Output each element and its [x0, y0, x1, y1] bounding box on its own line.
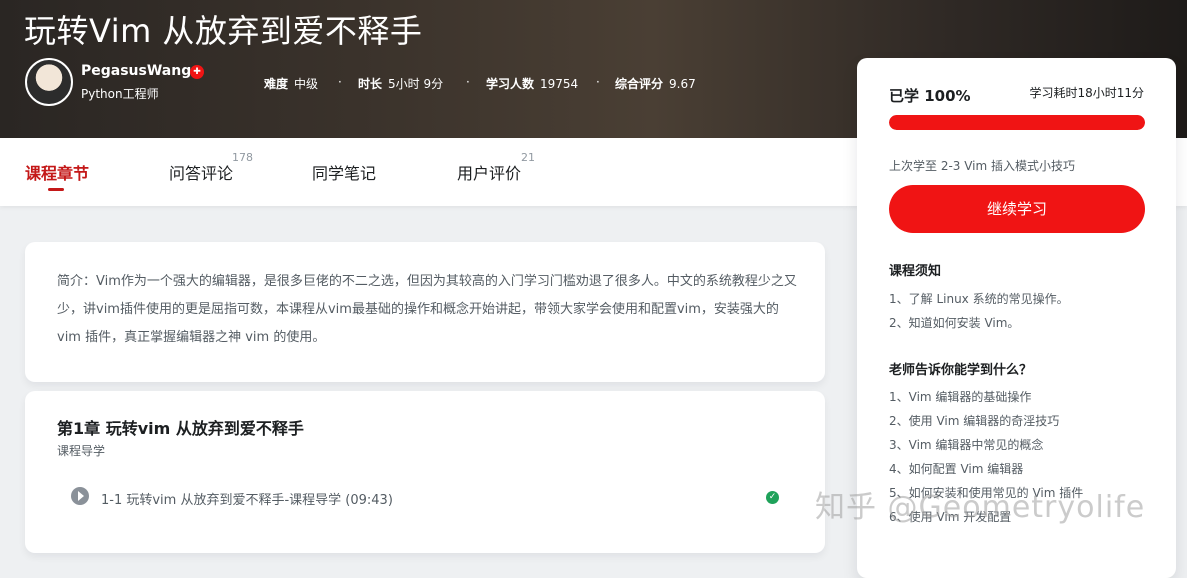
lesson-link[interactable]: 1-1 玩转vim 从放弃到爱不释手-课程导学 (09:43) — [101, 489, 393, 508]
notice-heading: 课程须知 — [889, 264, 942, 279]
continue-learning-button[interactable]: 继续学习 — [889, 185, 1145, 233]
teacher-name[interactable]: PegasusWang — [81, 63, 191, 79]
notice-item: 1、了解 Linux 系统的常见操作。 — [889, 292, 1069, 306]
learn-heading: 老师告诉你能学到什么？ — [889, 363, 1033, 378]
meta-learners: 学习人数 19754 — [486, 77, 579, 91]
last-learned[interactable]: 上次学至 2-3 Vim 插入模式小技巧 — [889, 157, 1075, 174]
meta-rating: 综合评分 9.67 — [615, 77, 696, 91]
course-intro-card: 简介：Vim作为一个强大的编辑器，是很多巨佬的不二之选，但因为其较高的入门学习门… — [25, 242, 825, 382]
reviews-count-badge: 21 — [521, 151, 535, 164]
meta-separator: · — [596, 75, 600, 89]
progress-bar-fill — [889, 115, 1145, 130]
teacher-badge-icon: ✚ — [190, 65, 204, 79]
tab-chapters[interactable]: 课程章节 — [25, 160, 89, 184]
active-tab-indicator — [48, 188, 64, 191]
chapter-title: 第1章 玩转vim 从放弃到爱不释手 — [57, 419, 304, 438]
meta-difficulty: 难度 中级 — [264, 77, 319, 91]
course-intro: 简介：Vim作为一个强大的编辑器，是很多巨佬的不二之选，但因为其较高的入门学习门… — [57, 274, 797, 345]
tab-qa[interactable]: 问答评论 — [169, 160, 233, 184]
chapter-card: 第1章 玩转vim 从放弃到爱不释手 课程导学 1-1 玩转vim 从放弃到爱不… — [25, 391, 825, 553]
qa-count-badge: 178 — [232, 151, 253, 164]
notice-item: 2、知道如何安装 Vim。 — [889, 316, 1020, 330]
course-title: 玩转Vim 从放弃到爱不释手 — [24, 12, 423, 50]
time-spent: 学习耗时18小时11分 — [1029, 86, 1144, 100]
learn-item: 2、使用 Vim 编辑器的奇淫技巧 — [889, 414, 1060, 428]
meta-separator: · — [338, 75, 342, 89]
chapter-subtitle: 课程导学 — [57, 444, 106, 458]
meta-separator: · — [466, 75, 470, 89]
play-icon[interactable] — [71, 487, 89, 505]
tab-notes[interactable]: 同学笔记 — [312, 160, 376, 184]
teacher-avatar[interactable] — [25, 58, 73, 106]
completed-check-icon: ✓ — [766, 491, 779, 504]
learn-item: 4、如何配置 Vim 编辑器 — [889, 462, 1024, 476]
meta-duration: 时长 5小时 9分 — [358, 77, 444, 91]
progress-label: 已学 100% — [889, 87, 971, 105]
teacher-role: Python工程师 — [81, 87, 159, 101]
learn-item: 3、Vim 编辑器中常见的概念 — [889, 438, 1044, 452]
learn-item: 1、Vim 编辑器的基础操作 — [889, 390, 1032, 404]
watermark: 知乎 @Geometryolife — [815, 490, 1146, 525]
tab-reviews[interactable]: 用户评价 — [457, 160, 521, 184]
progress-bar — [889, 115, 1145, 130]
